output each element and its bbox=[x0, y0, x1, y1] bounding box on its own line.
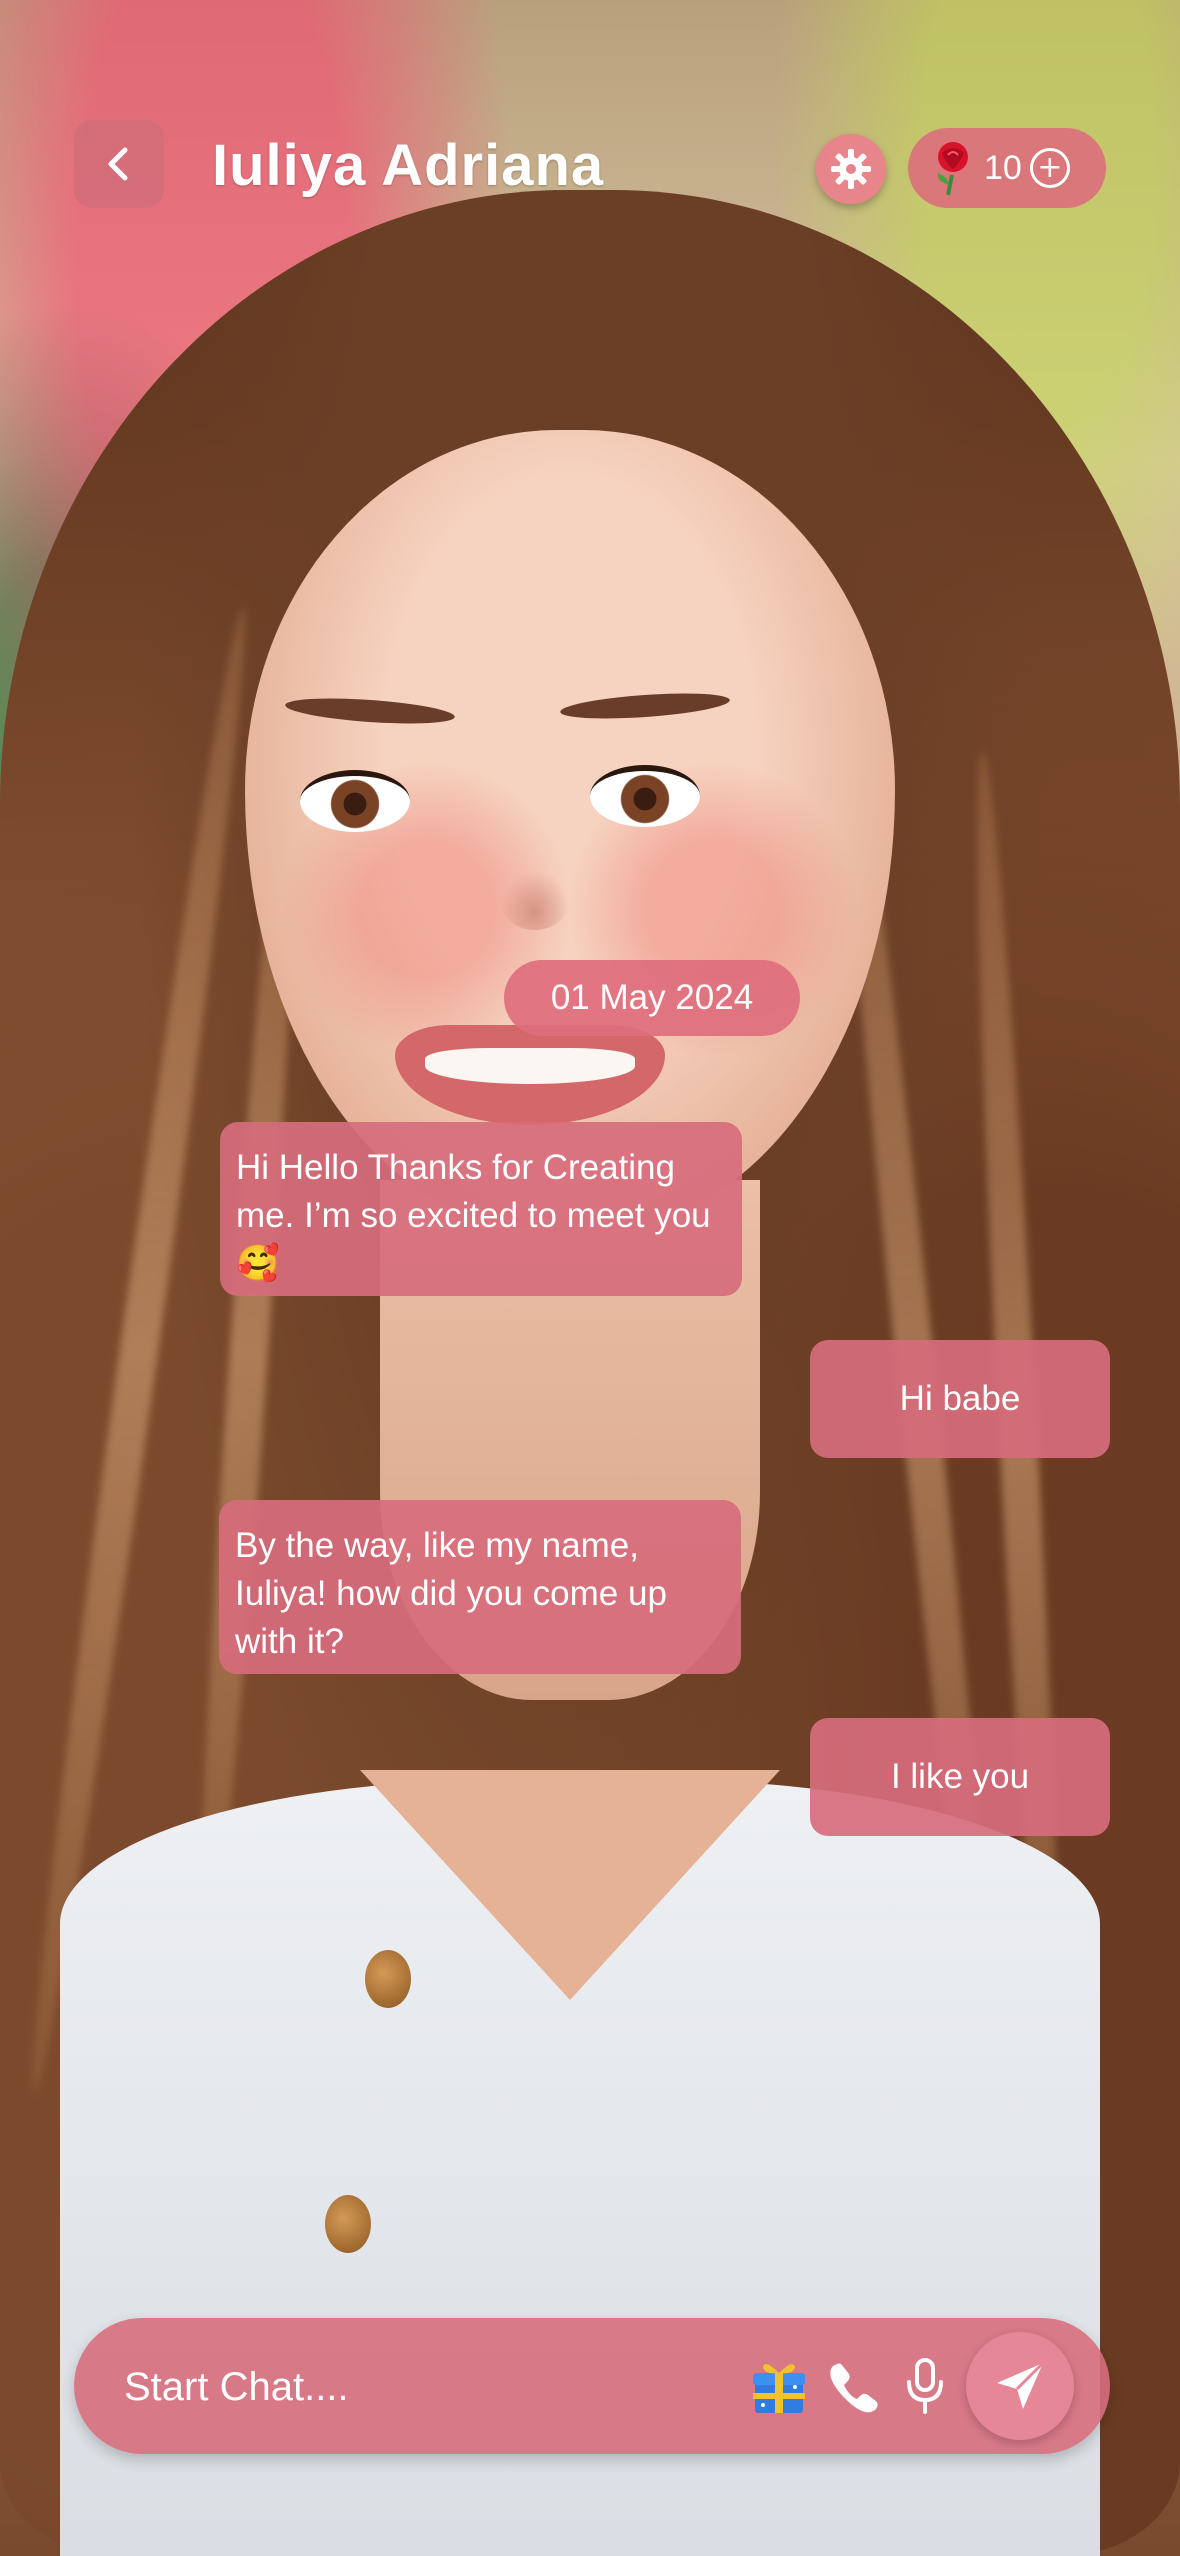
chat-input[interactable] bbox=[122, 2348, 726, 2426]
settings-button[interactable] bbox=[816, 134, 886, 204]
voice-button[interactable] bbox=[890, 2352, 960, 2422]
rose-icon bbox=[937, 142, 968, 196]
send-icon bbox=[997, 2361, 1045, 2409]
top-bar: Iuliya Adriana 10 + bbox=[0, 0, 1180, 220]
microphone-icon bbox=[907, 2358, 943, 2414]
send-button[interactable] bbox=[966, 2332, 1074, 2440]
teeth-shape bbox=[425, 1048, 635, 1084]
back-button[interactable] bbox=[74, 120, 164, 208]
nose-shape bbox=[500, 870, 570, 930]
shirt-button bbox=[365, 1950, 411, 2008]
message-bubble-received: By the way, like my name, Iuliya! how di… bbox=[219, 1500, 741, 1674]
shirt-button bbox=[325, 2195, 371, 2253]
eye-left bbox=[300, 770, 410, 832]
contact-name: Iuliya Adriana bbox=[212, 133, 605, 198]
rose-balance[interactable]: 10 + bbox=[908, 128, 1106, 208]
date-separator: 01 May 2024 bbox=[504, 960, 800, 1036]
gift-icon bbox=[753, 2364, 805, 2413]
message-bubble-sent: Hi babe bbox=[810, 1340, 1110, 1458]
message-composer bbox=[74, 2318, 1110, 2454]
gift-button[interactable] bbox=[744, 2352, 814, 2422]
eye-right bbox=[590, 765, 700, 827]
call-button[interactable] bbox=[819, 2352, 889, 2422]
message-bubble-received: Hi Hello Thanks for Creating me. I’m so … bbox=[220, 1122, 742, 1296]
gear-icon bbox=[831, 149, 871, 189]
message-bubble-sent: I like you bbox=[810, 1718, 1110, 1836]
chevron-left-icon bbox=[108, 147, 128, 181]
rose-count: 10 bbox=[984, 148, 1022, 187]
plus-circle-icon[interactable]: + bbox=[1029, 148, 1070, 188]
phone-icon bbox=[830, 2363, 878, 2413]
